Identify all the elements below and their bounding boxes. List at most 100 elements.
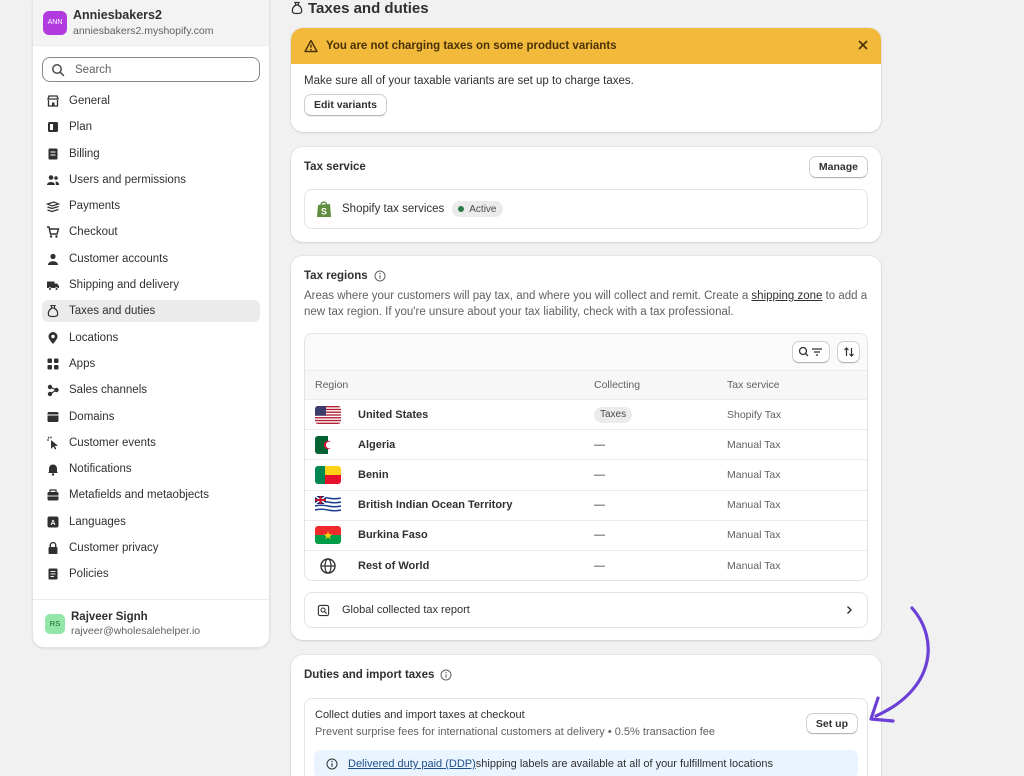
collecting-value: — (594, 559, 605, 572)
search-input[interactable]: Search (42, 57, 260, 82)
sidebar-item-label: Customer accounts (69, 252, 169, 265)
domains-icon (46, 410, 60, 424)
sort-icon (843, 347, 854, 357)
region-name: Benin (358, 468, 389, 481)
cursor-icon (46, 436, 60, 450)
store-icon (46, 94, 60, 108)
manage-button[interactable]: Manage (808, 156, 868, 178)
sidebar-item-label: Metafields and metaobjects (69, 489, 209, 502)
region-name: British Indian Ocean Territory (358, 499, 513, 512)
benin-flag-icon (315, 465, 341, 484)
collecting-value: — (594, 438, 605, 451)
table-toolbar (305, 334, 867, 370)
info-icon[interactable] (440, 669, 452, 681)
sidebar-item-label: Customer events (69, 436, 156, 449)
table-row[interactable]: United States Taxes Shopify Tax (305, 399, 867, 429)
users-icon (46, 173, 60, 187)
table-row[interactable]: Rest of World — Manual Tax (305, 549, 867, 580)
shipping-zone-link[interactable]: shipping zone (751, 290, 822, 302)
table-row[interactable]: Algeria — Manual Tax (305, 429, 867, 459)
sidebar-item-taxes-and-duties[interactable]: Taxes and duties (42, 300, 260, 323)
sidebar-item-customer-events[interactable]: Customer events (42, 432, 260, 454)
sidebar-item-metafields-and-metaobjects[interactable]: Metafields and metaobjects (42, 484, 260, 506)
sidebar-item-label: Billing (69, 147, 100, 160)
ddp-link[interactable]: Delivered duty paid (DDP) (348, 758, 476, 770)
sidebar-item-billing[interactable]: Billing (42, 143, 260, 165)
sidebar-item-customer-accounts[interactable]: Customer accounts (42, 248, 260, 270)
sidebar-item-general[interactable]: General (42, 90, 260, 112)
user-name: Rajveer Signh (71, 610, 148, 623)
tax-regions-card: Tax regions Areas where your customers w… (291, 256, 881, 640)
region-name: United States (358, 408, 429, 421)
desc-part-1: Areas where your customers will pay tax,… (304, 290, 752, 302)
sidebar-item-notifications[interactable]: Notifications (42, 458, 260, 480)
service-name: Shopify tax services (342, 203, 445, 215)
search-filter-icon (798, 346, 822, 357)
store-switcher[interactable]: ANN Anniesbakers2 anniesbakers2.myshopif… (33, 0, 269, 46)
regions-table: Region Collecting Tax service United Sta… (304, 333, 868, 581)
tax-service-value: Manual Tax (727, 468, 781, 481)
page-title: Taxes and duties (291, 0, 429, 17)
region-name: Rest of World (358, 559, 430, 572)
settings-sidebar: ANN Anniesbakers2 anniesbakers2.myshopif… (32, 0, 270, 648)
search-filter-button[interactable] (792, 341, 830, 363)
banner-body: Make sure all of your taxable variants a… (304, 75, 634, 87)
region-name: Burkina Faso (358, 529, 428, 542)
sidebar-item-plan[interactable]: Plan (42, 116, 260, 138)
global-tax-report-row[interactable]: Global collected tax report (304, 592, 868, 628)
svg-text:A: A (50, 520, 55, 527)
payments-icon (46, 199, 60, 213)
sidebar-item-label: Locations (69, 331, 119, 344)
sort-button[interactable] (837, 341, 860, 363)
tax-service-title: Tax service (304, 161, 366, 173)
sidebar-item-shipping-and-delivery[interactable]: Shipping and delivery (42, 274, 260, 296)
sidebar-item-label: Shipping and delivery (69, 279, 179, 292)
table-row[interactable]: British Indian Ocean Territory — Manual Ta… (305, 489, 867, 520)
burkina-faso-flag-icon (315, 526, 341, 545)
shopify-tax-service-row[interactable]: S Shopify tax services Active (304, 189, 868, 229)
sidebar-item-label: General (69, 95, 110, 107)
table-row[interactable]: Benin — Manual Tax (305, 459, 867, 489)
tax-service-value: Manual Tax (727, 438, 781, 451)
tax-service-value: Manual Tax (727, 499, 781, 512)
bell-icon (46, 462, 60, 476)
sidebar-item-label: Languages (69, 515, 126, 528)
lock-icon (46, 541, 60, 555)
store-url: anniesbakers2.myshopify.com (73, 25, 214, 37)
tax-warning-banner: You are not charging taxes on some produ… (291, 28, 881, 132)
sidebar-item-sales-channels[interactable]: Sales channels (42, 379, 260, 401)
tax-service-value: Manual Tax (727, 559, 781, 572)
sidebar-item-label: Notifications (69, 463, 132, 476)
person-icon (46, 252, 60, 266)
sidebar-item-label: Taxes and duties (69, 305, 156, 318)
sidebar-item-users-and-permissions[interactable]: Users and permissions (42, 169, 260, 191)
sidebar-item-customer-privacy[interactable]: Customer privacy (42, 537, 260, 559)
sidebar-item-locations[interactable]: Locations (42, 327, 260, 349)
close-icon[interactable] (857, 39, 869, 51)
collecting-value: — (594, 499, 605, 512)
sidebar-item-apps[interactable]: Apps (42, 353, 260, 375)
sidebar-item-policies[interactable]: Policies (42, 563, 260, 585)
sidebar-item-payments[interactable]: Payments (42, 195, 260, 217)
tax-regions-title: Tax regions (304, 270, 368, 282)
sidebar-item-label: Policies (69, 568, 109, 581)
cart-icon (46, 225, 60, 239)
sidebar-item-domains[interactable]: Domains (42, 406, 260, 428)
tax-service-card: Tax service Manage S Shopify tax service… (291, 147, 881, 242)
chevron-right-icon (847, 606, 852, 614)
user-account[interactable]: RS Rajveer Signh rajveer@wholesalehelper… (33, 599, 269, 647)
apps-icon (46, 357, 60, 371)
table-header: Region Collecting Tax service (305, 370, 867, 399)
sidebar-item-checkout[interactable]: Checkout (42, 221, 260, 243)
sidebar-item-languages[interactable]: A Languages (42, 511, 260, 533)
truck-icon (46, 278, 60, 292)
edit-variants-button[interactable]: Edit variants (304, 94, 388, 116)
table-row[interactable]: Burkina Faso — Manual Tax (305, 519, 867, 550)
tax-bag-icon (291, 1, 303, 15)
tax-regions-description: Areas where your customers will pay tax,… (304, 288, 869, 320)
set-up-button[interactable]: Set up (805, 713, 858, 734)
metafields-icon (46, 488, 60, 502)
alert-triangle-icon (304, 39, 318, 53)
sidebar-item-label: Customer privacy (69, 542, 159, 555)
info-icon[interactable] (374, 270, 386, 282)
